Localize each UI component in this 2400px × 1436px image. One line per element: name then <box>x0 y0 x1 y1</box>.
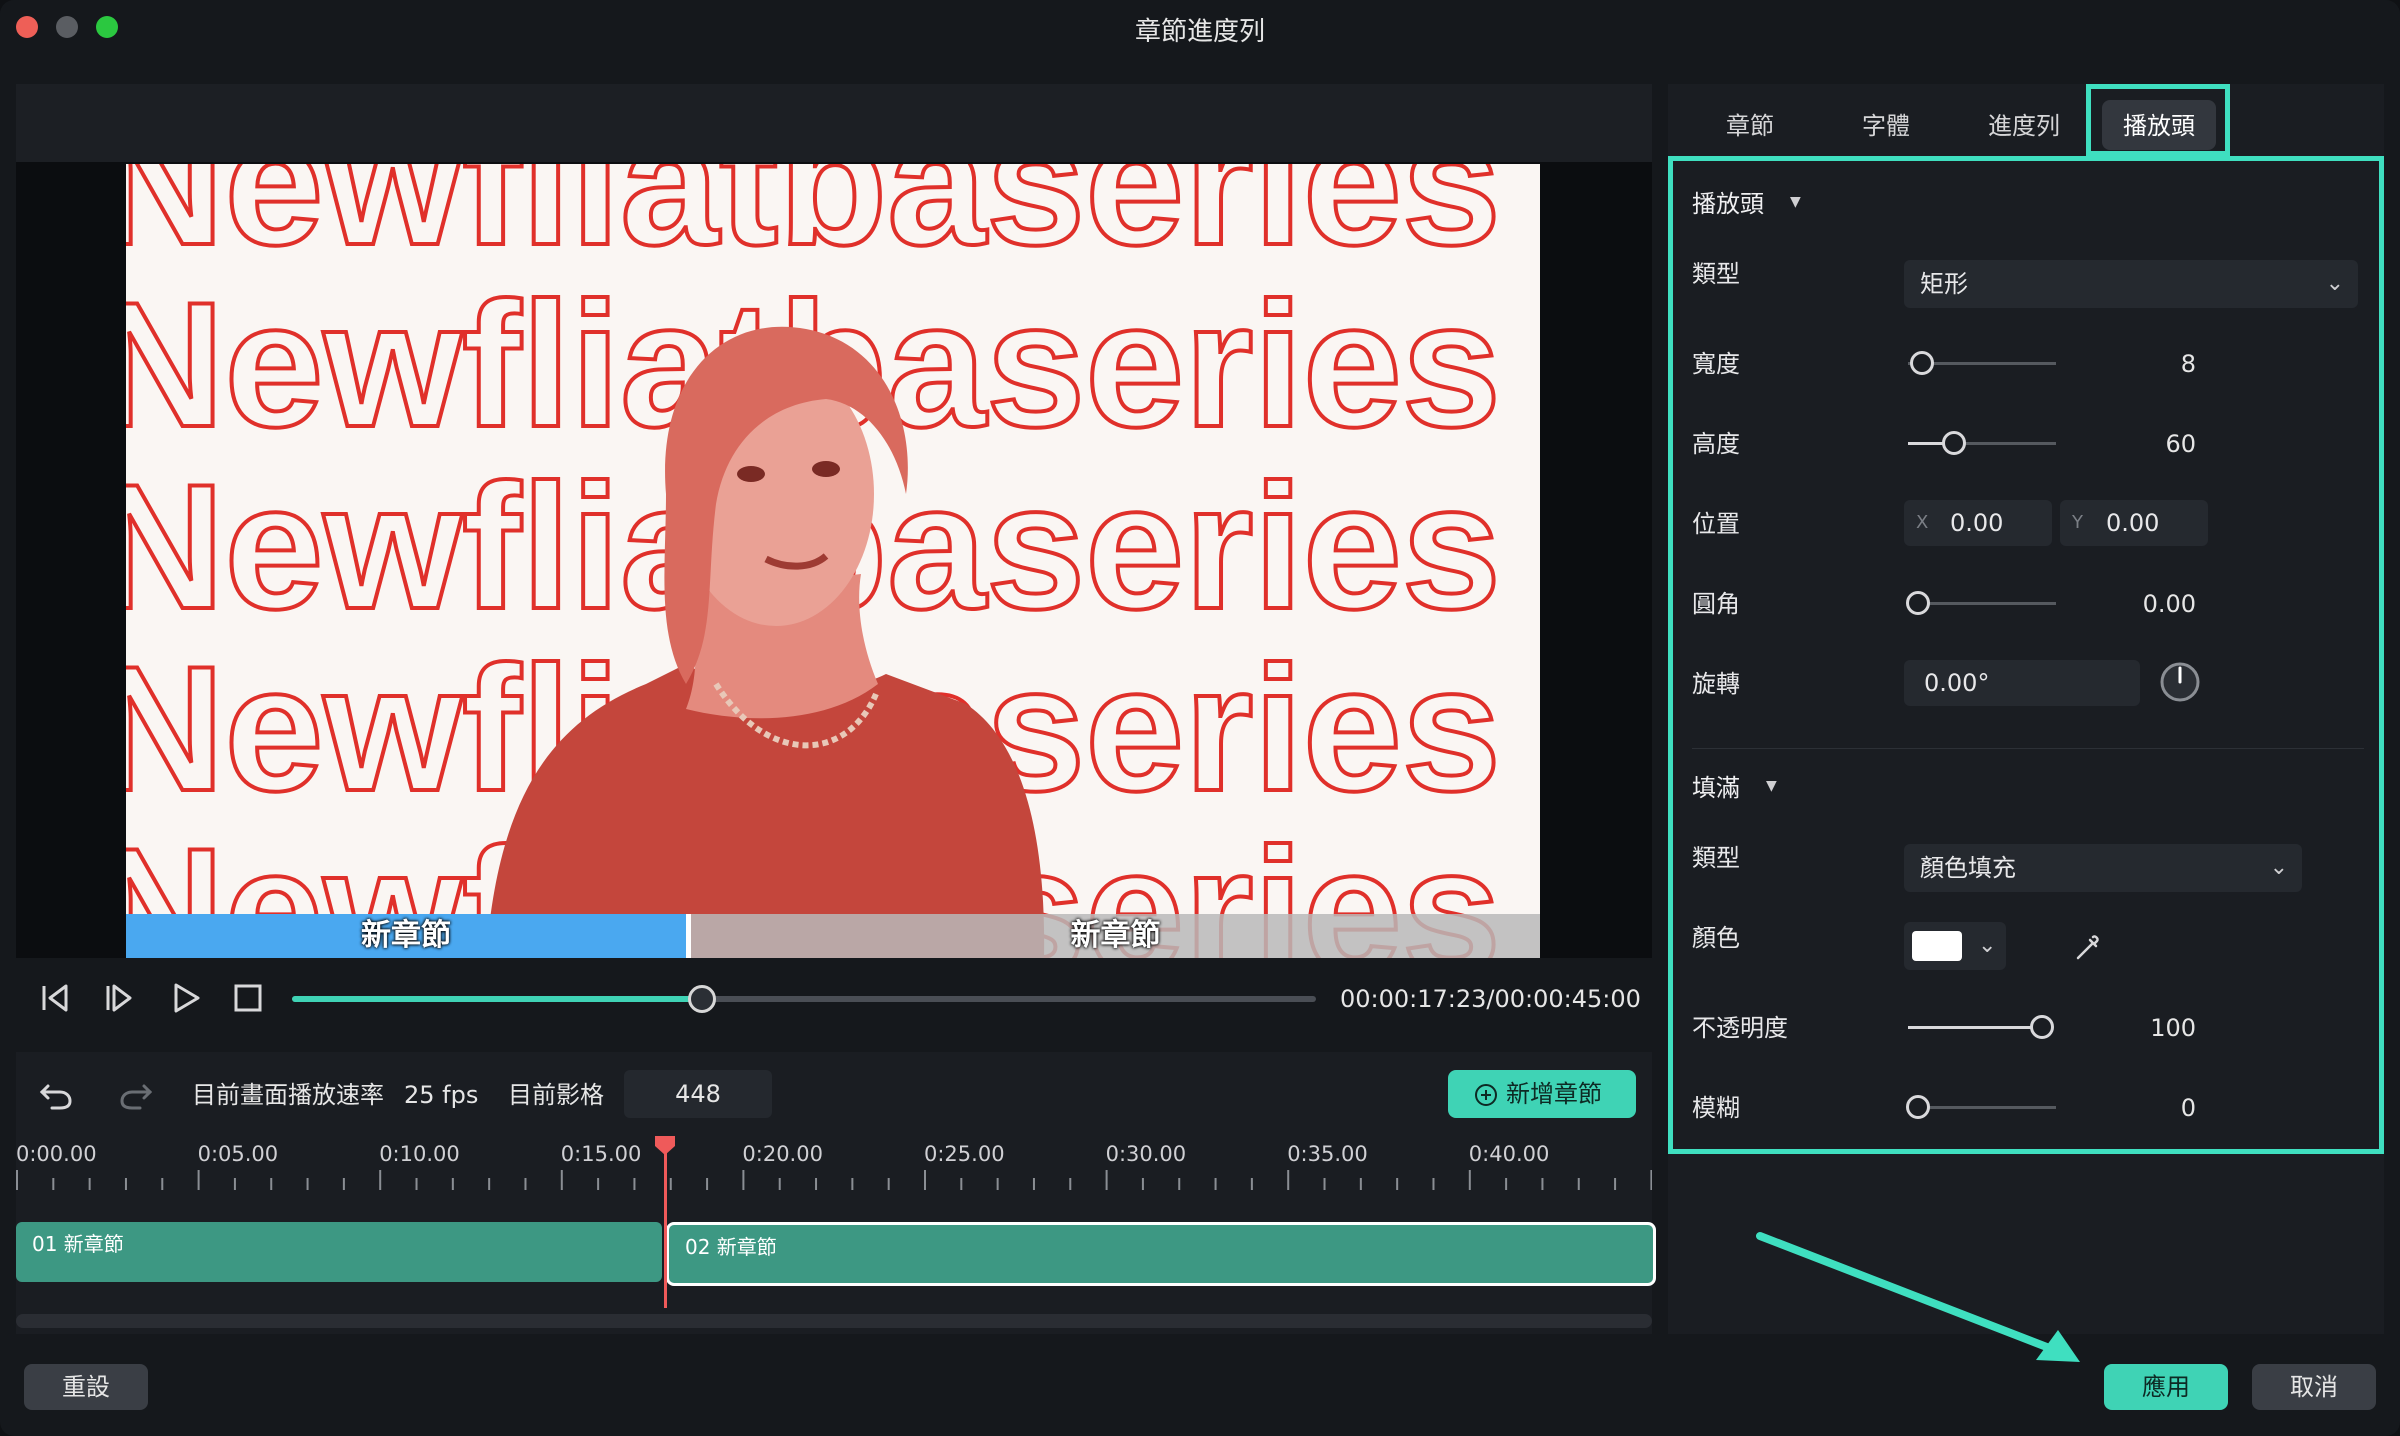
ruler-tick-label: 0:40.00 <box>1468 1142 1550 1166</box>
color-picker[interactable]: ⌄ <box>1904 922 2006 970</box>
chevron-down-icon: ⌄ <box>2325 271 2344 296</box>
ruler-tick-label: 0:00.00 <box>16 1142 97 1166</box>
cancel-button[interactable]: 取消 <box>2252 1364 2376 1410</box>
height-value[interactable]: 60 <box>2140 426 2196 462</box>
corner-slider-handle[interactable] <box>1906 591 1930 615</box>
ruler-tick-label: 0:10.00 <box>379 1142 460 1166</box>
preview-header <box>16 84 1652 162</box>
timeline-scrollbar[interactable] <box>16 1314 1652 1328</box>
opacity-slider[interactable] <box>1908 1026 2044 1029</box>
height-label: 高度 <box>1692 430 1740 458</box>
corner-slider[interactable] <box>1908 602 2056 605</box>
play-icon[interactable] <box>166 978 206 1018</box>
tab-progress-bar[interactable]: 進度列 <box>1974 104 2074 148</box>
collapse-caret-icon[interactable]: ▼ <box>1766 778 1782 794</box>
rotation-dial-icon[interactable] <box>2158 660 2202 704</box>
width-slider-handle[interactable] <box>1910 351 1934 375</box>
fill-section-title: 填滿 <box>1692 774 1740 802</box>
corner-value[interactable]: 0.00 <box>2110 586 2196 622</box>
add-chapter-label: 新增章節 <box>1506 1080 1602 1108</box>
tab-highlight-box <box>2086 84 2230 156</box>
rotation-input[interactable]: 0.00° <box>1904 660 2140 706</box>
position-y-value: 0.00 <box>2106 509 2160 537</box>
playhead-type-label: 類型 <box>1692 260 1740 288</box>
fps-label: 目前畫面播放速率 <box>192 1081 384 1109</box>
rotation-label: 旋轉 <box>1692 670 1740 698</box>
preview-image: Newfliatbaseries Newfliatbaseries Newfli… <box>126 164 1503 958</box>
opacity-value[interactable]: 100 <box>2120 1010 2196 1046</box>
corner-label: 圓角 <box>1692 590 1740 618</box>
video-preview: Newfliatbaseries Newfliatbaseries Newfli… <box>126 164 1540 958</box>
ruler-tick-label: 0:05.00 <box>197 1142 279 1166</box>
position-x-value: 0.00 <box>1950 509 2004 537</box>
apply-button[interactable]: 應用 <box>2104 1364 2228 1410</box>
chapter-clip-2-selected[interactable]: 02 新章節 <box>666 1222 1656 1286</box>
add-chapter-button[interactable]: 新增章節 <box>1448 1070 1636 1118</box>
tab-chapter[interactable]: 章節 <box>1700 104 1800 148</box>
frame-input[interactable]: 448 <box>624 1070 772 1118</box>
opacity-label: 不透明度 <box>1692 1014 1788 1042</box>
timeline-playhead[interactable] <box>664 1140 667 1308</box>
add-circle-icon <box>1475 1084 1497 1106</box>
ruler-tick-label: 0:35.00 <box>1287 1142 1368 1166</box>
reset-button[interactable]: 重設 <box>24 1364 148 1410</box>
width-value[interactable]: 8 <box>2140 346 2196 382</box>
fps-value: 25 fps <box>404 1081 479 1109</box>
width-label: 寬度 <box>1692 350 1740 378</box>
collapse-caret-icon[interactable]: ▼ <box>1790 194 1806 210</box>
chapter-bar-segment-1: 新章節 <box>126 914 686 958</box>
chevron-down-icon: ⌄ <box>1978 933 1997 958</box>
chevron-down-icon: ⌄ <box>2269 855 2288 880</box>
position-x-input[interactable]: X 0.00 <box>1904 500 2052 546</box>
fill-type-label: 類型 <box>1692 844 1740 872</box>
x-axis-label: X <box>1916 512 1929 533</box>
time-ruler[interactable] <box>16 1168 1652 1194</box>
blur-label: 模糊 <box>1692 1094 1740 1122</box>
redo-icon[interactable] <box>118 1076 154 1112</box>
ruler-tick-label: 0:15.00 <box>560 1142 642 1166</box>
tab-font[interactable]: 字體 <box>1836 104 1936 148</box>
seek-bar-progress <box>292 996 702 1002</box>
fill-type-dropdown[interactable]: 顏色填充 ⌄ <box>1904 844 2302 892</box>
stop-icon[interactable] <box>228 978 268 1018</box>
blur-value[interactable]: 0 <box>2140 1090 2196 1126</box>
clip-label: 01 新章節 <box>32 1232 124 1256</box>
chapter-bar-label: 新章節 <box>361 918 451 953</box>
playhead-type-dropdown[interactable]: 矩形 ⌄ <box>1904 260 2358 308</box>
color-swatch <box>1912 931 1962 961</box>
height-slider-handle[interactable] <box>1942 431 1966 455</box>
ruler-tick-label: 0:20.00 <box>742 1142 823 1166</box>
chapter-bar-label: 新章節 <box>1070 918 1161 953</box>
playhead-section-title: 播放頭 <box>1692 190 1764 218</box>
blur-slider-handle[interactable] <box>1906 1095 1930 1119</box>
seek-bar-handle[interactable] <box>688 985 716 1013</box>
window-title: 章節進度列 <box>1134 17 1265 47</box>
chapter-clip-1[interactable]: 01 新章節 <box>16 1222 662 1282</box>
blur-slider[interactable] <box>1908 1106 2056 1109</box>
section-divider <box>1692 748 2364 749</box>
timecode: 00:00:17:23/00:00:45:00 <box>1340 985 1641 1013</box>
undo-icon[interactable] <box>38 1076 74 1112</box>
annotation-arrow-icon <box>1756 1232 2080 1362</box>
playhead-handle-icon[interactable] <box>653 1134 677 1156</box>
clip-label: 02 新章節 <box>685 1235 777 1259</box>
dropdown-value: 矩形 <box>1920 270 1968 298</box>
chapter-bar-segment-2: 新章節 <box>691 914 1540 958</box>
app-window: 章節進度列 Newfliatbaseries Newfliatbaseries … <box>0 0 2400 1436</box>
dropdown-value: 顏色填充 <box>1920 854 2016 882</box>
next-frame-icon[interactable] <box>100 978 140 1018</box>
frame-label: 目前影格 <box>508 1081 604 1109</box>
position-y-input[interactable]: Y 0.00 <box>2060 500 2208 546</box>
position-label: 位置 <box>1692 510 1740 538</box>
color-label: 顏色 <box>1692 924 1740 952</box>
ruler-tick-label: 0:30.00 <box>1105 1142 1187 1166</box>
prev-frame-icon[interactable] <box>36 978 76 1018</box>
y-axis-label: Y <box>2072 512 2083 533</box>
opacity-slider-handle[interactable] <box>2030 1015 2054 1039</box>
eyedropper-icon[interactable] <box>2072 930 2104 962</box>
ruler-tick-label: 0:25.00 <box>924 1142 1005 1166</box>
